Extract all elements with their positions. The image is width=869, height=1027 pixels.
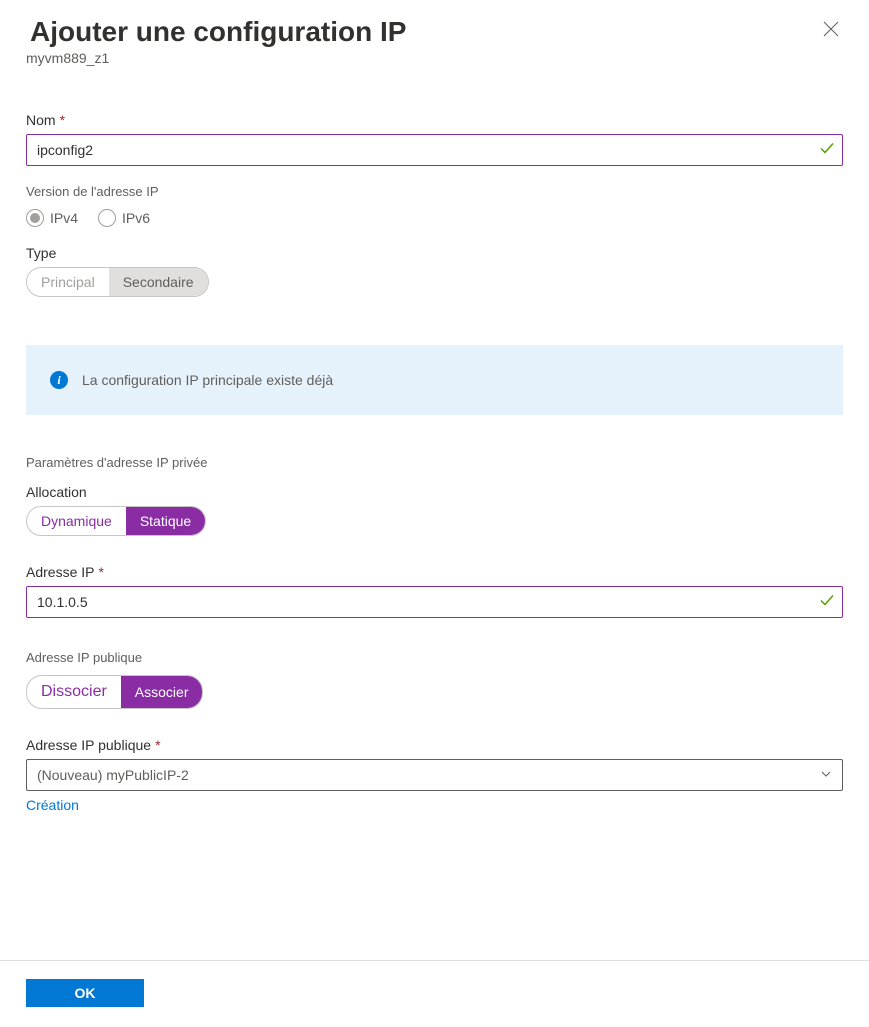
chevron-down-icon [820,767,832,783]
type-secondary: Secondaire [109,268,208,296]
check-icon [819,141,835,160]
create-link[interactable]: Création [26,797,79,813]
radio-ipv4[interactable]: IPv4 [26,209,78,227]
info-text: La configuration IP principale existe dé… [82,372,333,388]
radio-ipv6-label: IPv6 [122,210,150,226]
public-ip-dropdown-value: (Nouveau) myPublicIP-2 [37,767,189,783]
public-ip-dropdown[interactable]: (Nouveau) myPublicIP-2 [26,759,843,791]
info-icon: i [50,371,68,389]
subtitle: myvm889_z1 [26,50,869,66]
ip-address-input[interactable] [26,586,843,618]
radio-ipv6[interactable]: IPv6 [98,209,150,227]
public-ip-dissociate[interactable]: Dissocier [27,676,121,708]
type-label: Type [26,245,843,261]
name-label: Nom* [26,112,843,128]
radio-ipv4-label: IPv4 [50,210,78,226]
info-box: i La configuration IP principale existe … [26,345,843,415]
type-primary: Principal [27,268,109,296]
radio-icon [26,209,44,227]
ip-address-label: Adresse IP* [26,564,843,580]
public-ip-toggle[interactable]: Dissocier Associer [26,675,203,709]
public-ip-select-label: Adresse IP publique* [26,737,843,753]
type-toggle: Principal Secondaire [26,267,209,297]
ip-version-label: Version de l'adresse IP [26,184,843,199]
public-ip-label: Adresse IP publique [26,650,843,665]
check-icon [819,593,835,612]
public-ip-associate[interactable]: Associer [121,676,203,708]
private-ip-header: Paramètres d'adresse IP privée [26,455,843,470]
close-icon [823,21,839,37]
name-input[interactable] [26,134,843,166]
allocation-static[interactable]: Statique [126,507,205,535]
allocation-toggle[interactable]: Dynamique Statique [26,506,206,536]
allocation-dynamic[interactable]: Dynamique [27,507,126,535]
radio-icon [98,209,116,227]
page-title: Ajouter une configuration IP [30,16,406,48]
allocation-label: Allocation [26,484,843,500]
ok-button[interactable]: OK [26,979,144,1007]
close-button[interactable] [819,16,843,47]
